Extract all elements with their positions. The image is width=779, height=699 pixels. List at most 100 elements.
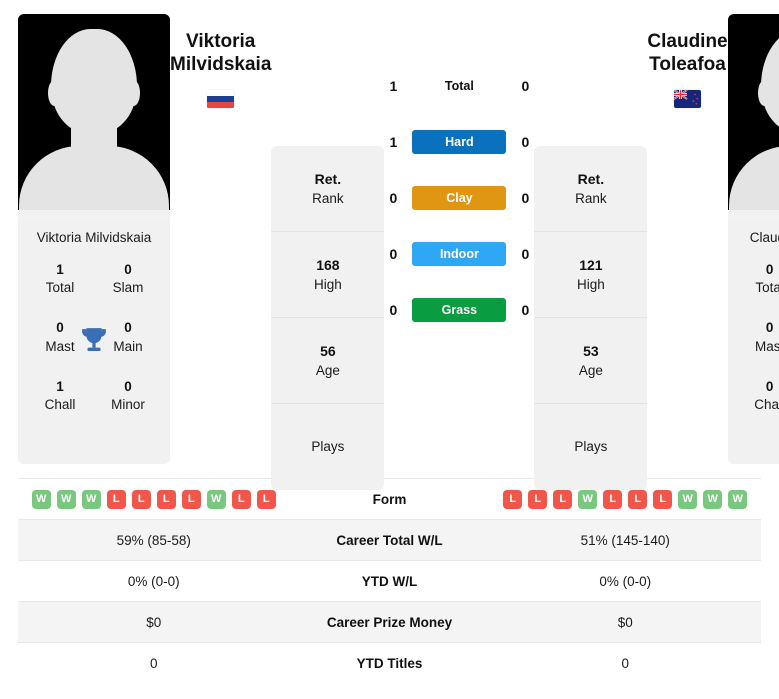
h2h-label-hard[interactable]: Hard: [412, 130, 507, 154]
form-badge: W: [728, 489, 748, 509]
right-titles-total-label: Total: [755, 280, 779, 296]
right-high-value: 121: [579, 256, 603, 273]
left-high-cell: 168 High: [271, 232, 385, 318]
right-age-value: 53: [583, 342, 599, 359]
right-titles-mast: 0 Mast: [736, 319, 779, 355]
form-badge: W: [56, 489, 76, 509]
comparison-table: WWWLLLLWLL Form LLLWLLLWWW 59% (85-58) C…: [18, 478, 761, 683]
h2h-right-score: 0: [521, 190, 530, 206]
right-titles-mast-label: Mast: [754, 338, 779, 354]
left-titles-slam: 0 Slam: [94, 261, 162, 297]
h2h-row: 1 Total 0: [384, 58, 534, 114]
left-titles-card: Viktoria Milvidskaia 1 Total 0 Slam 0 Ma…: [18, 220, 170, 464]
right-titles-chall-label: Chall: [754, 397, 779, 413]
form-badge: L: [553, 489, 573, 509]
right-rank-card: Ret. Rank 121 High 53 Age Plays: [534, 146, 648, 490]
left-titles-minor-label: Minor: [111, 397, 145, 413]
right-titles-grid: 0 Total 0 Slam 0 Mast 0 Main: [736, 261, 779, 414]
left-player-card: Viktoria Milvidskaia 1 Total 0 Slam 0 Ma…: [18, 14, 170, 464]
right-career-total-wl: 51% (145-140): [580, 532, 670, 548]
left-titles-total: 1 Total: [26, 261, 94, 297]
h2h-left-score: 0: [389, 246, 398, 262]
left-age-value: 56: [320, 342, 336, 359]
form-badge: W: [703, 489, 723, 509]
left-plays-cell: Plays: [271, 404, 384, 490]
form-badge: W: [206, 489, 226, 509]
left-career-total-wl: 59% (85-58): [116, 532, 191, 548]
right-titles-card: Claudine Toleafoa 0 Total 0 Slam 0 Mast: [727, 220, 779, 464]
form-badge: L: [131, 489, 151, 509]
right-player-avatar: [727, 14, 779, 220]
left-form-cell: WWWLLLLWLL: [18, 489, 290, 509]
left-form-strip: WWWLLLLWLL: [18, 489, 290, 509]
left-titles-slam-label: Slam: [112, 280, 144, 296]
form-badge: L: [256, 489, 276, 509]
right-high-cell: 121 High: [534, 232, 648, 318]
left-age-cell: 56 Age: [271, 318, 385, 404]
right-rank-label: Rank: [575, 190, 607, 206]
right-plays-cell: Plays: [534, 404, 647, 490]
left-high-value: 168: [316, 256, 340, 273]
left-age-label: Age: [315, 362, 340, 378]
table-row-career-prize-money: $0 Career Prize Money $0: [18, 601, 761, 642]
form-row-label: Form: [372, 491, 407, 507]
table-row-ytd-wl: 0% (0-0) YTD W/L 0% (0-0): [18, 560, 761, 601]
left-high-label: High: [314, 276, 342, 292]
form-badge: L: [106, 489, 126, 509]
left-titles-minor: 0 Minor: [94, 378, 162, 414]
right-age-label: Age: [578, 362, 603, 378]
h2h-right-score: 0: [521, 78, 530, 94]
table-row-career-total-wl: 59% (85-58) Career Total W/L 51% (145-14…: [18, 519, 761, 560]
left-titles-chall: 1 Chall: [26, 378, 94, 414]
h2h-right-score: 0: [521, 302, 530, 318]
left-player-lastname: Milvidskaia: [170, 54, 272, 76]
right-plays-label: Plays: [574, 439, 608, 455]
left-player-firstname: Viktoria: [186, 31, 256, 52]
left-rank-cell: Ret. Rank: [271, 146, 385, 232]
player-comparison-header: Viktoria Milvidskaia 1 Total 0 Slam 0 Ma…: [0, 0, 779, 490]
right-player-firstname: Claudine: [647, 31, 728, 52]
left-titles-total-value: 1: [56, 262, 64, 277]
form-badge: L: [653, 489, 673, 509]
left-rank-value: Ret.: [314, 170, 342, 187]
left-player-name-small: Viktoria Milvidskaia: [36, 230, 152, 245]
right-rank-value: Ret.: [577, 170, 605, 187]
form-badge: L: [628, 489, 648, 509]
career-prize-money-label: Career Prize Money: [326, 614, 453, 630]
left-ytd-wl: 0% (0-0): [127, 573, 180, 589]
right-player-lastname: Toleafoa: [649, 54, 726, 76]
right-high-label: High: [577, 276, 605, 292]
h2h-label-clay[interactable]: Clay: [412, 186, 507, 210]
h2h-surface-column: 1 Total 0 1 Hard 0 0 Clay 0 0 Indoor 0 0: [384, 14, 534, 338]
h2h-label-grass[interactable]: Grass: [412, 298, 507, 322]
career-total-wl-label: Career Total W/L: [336, 532, 443, 548]
right-titles-total-value: 0: [765, 262, 774, 277]
left-ytd-titles: 0: [149, 655, 158, 671]
russia-flag-icon: [207, 90, 235, 109]
form-badge: L: [503, 489, 523, 509]
right-titles-total: 0 Total: [736, 261, 779, 297]
left-player-identity: Viktoria Milvidskaia: [170, 14, 272, 109]
form-badge: L: [231, 489, 251, 509]
right-titles-mast-value: 0: [765, 320, 774, 336]
h2h-row: 1 Hard 0: [384, 114, 534, 170]
h2h-left-score: 0: [389, 302, 398, 318]
left-rank-label: Rank: [312, 190, 344, 206]
right-ytd-wl: 0% (0-0): [599, 573, 652, 589]
right-player-identity: Claudine Toleafoa: [647, 14, 728, 109]
new-zealand-flag-icon: [674, 90, 701, 109]
form-badge: L: [528, 489, 548, 509]
ytd-titles-label: YTD Titles: [356, 655, 423, 671]
trophy-icon: [82, 328, 106, 352]
h2h-label-total: Total: [444, 79, 474, 93]
h2h-label-indoor[interactable]: Indoor: [412, 242, 507, 266]
right-player-card: Claudine Toleafoa 0 Total 0 Slam 0 Mast: [727, 14, 779, 464]
right-titles-chall-value: 0: [765, 378, 774, 394]
left-rank-card: Ret. Rank 168 High 56 Age Plays: [271, 146, 385, 490]
left-titles-total-label: Total: [45, 280, 75, 296]
right-career-prize-money: $0: [617, 614, 633, 630]
left-career-prize-money: $0: [146, 614, 162, 630]
left-titles-minor-value: 0: [124, 378, 132, 394]
form-badge: W: [81, 489, 101, 509]
right-rank-cell: Ret. Rank: [534, 146, 648, 232]
